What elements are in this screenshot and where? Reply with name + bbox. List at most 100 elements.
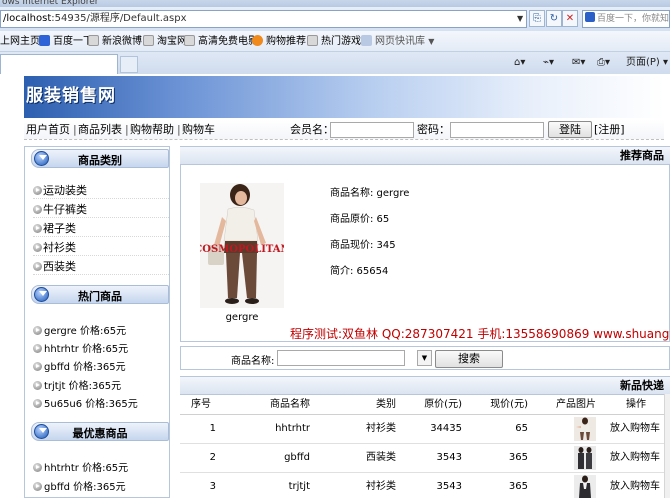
cell-category: 衬衫类 — [312, 472, 398, 498]
category-item[interactable]: 运动装类 — [33, 184, 169, 199]
fav-label: 网页快讯库 — [375, 36, 425, 47]
fav-label: 淘宝网 — [157, 36, 187, 47]
search-engine-icon — [585, 12, 595, 22]
bullet-arrow-icon — [33, 205, 42, 214]
category-item[interactable]: 牛仔裤类 — [33, 203, 169, 218]
hot-item[interactable]: hhtrhtr 价格:65元 — [33, 343, 169, 357]
chevron-down-icon: ▼ — [428, 37, 435, 46]
fav-weibo[interactable]: 新浪微博 — [88, 35, 142, 48]
mail-icon[interactable]: ✉▾ — [572, 57, 585, 69]
nav-divider: | — [177, 123, 181, 136]
site-banner: 服装销售网 — [24, 76, 664, 118]
login-button[interactable]: 登陆 — [548, 121, 592, 138]
cell-category: 西装类 — [312, 443, 398, 473]
add-to-cart-link[interactable]: 放入购物车 — [596, 443, 664, 473]
search-engine-box[interactable]: 百度一下，你就知道 — [582, 10, 670, 28]
browser-tab[interactable] — [0, 54, 118, 74]
fav-baidu[interactable]: 百度一下 — [39, 35, 93, 48]
stop-icon[interactable]: ✕ — [562, 10, 578, 27]
deal-item[interactable]: gbffd 价格:365元 — [33, 481, 169, 495]
page-scrollbar[interactable] — [664, 394, 670, 498]
print-icon[interactable]: ⎙▾ — [597, 57, 610, 69]
col-action: 操作 — [596, 396, 664, 415]
col-now-price: 现价(元) — [464, 396, 530, 415]
address-dropdown-icon[interactable]: ▼ — [517, 12, 526, 26]
search-select-dropdown[interactable]: ▼ — [417, 350, 432, 366]
category-item[interactable]: 衬衫类 — [33, 241, 169, 256]
hot-label: gergre 价格:65元 — [44, 326, 127, 337]
bullet-arrow-icon — [33, 262, 42, 271]
address-host: /localhost — [3, 13, 52, 24]
fav-home[interactable]: 上网主页 — [0, 35, 40, 48]
category-item[interactable]: 裙子类 — [33, 222, 169, 237]
cell-image[interactable] — [530, 414, 596, 444]
hot-item[interactable]: 5u65u6 价格:365元 — [33, 398, 169, 412]
page-menu[interactable]: 页面(P) ▾ — [626, 57, 668, 69]
nav-home[interactable]: 用户首页 — [26, 123, 70, 136]
feeds-icon[interactable]: ⌁▾ — [543, 57, 554, 69]
col-orig-price: 原价(元) — [398, 396, 464, 415]
cell-image[interactable] — [530, 472, 596, 498]
bullet-arrow-icon — [33, 326, 42, 335]
fav-shopping[interactable]: 购物推荐 — [252, 35, 306, 48]
bullet-arrow-icon — [33, 381, 42, 390]
fav-label: 热门游戏 — [321, 36, 361, 47]
nav-cart[interactable]: 购物车 — [182, 123, 215, 136]
cell-image[interactable] — [530, 443, 596, 473]
favorites-bar: 上网主页 百度一下 新浪微博 淘宝网 高清免费电影 购物推荐 热门游戏 网页快讯… — [0, 31, 670, 52]
product-now-price-line: 商品现价: 345 — [330, 240, 396, 251]
cell-name[interactable]: trjtjt — [222, 472, 312, 498]
fav-label: 高清免费电影 — [198, 36, 258, 47]
category-item[interactable]: 西装类 — [33, 260, 169, 275]
add-to-cart-link[interactable]: 放入购物车 — [596, 472, 664, 498]
cell-name[interactable]: gbffd — [222, 443, 312, 473]
sidebar: 商品类别 运动装类 牛仔裤类 裙子类 衬衫类 西装类 热门商品 gergre 价… — [24, 146, 170, 498]
deal-item[interactable]: hhtrhtr 价格:65元 — [33, 462, 169, 476]
category-label: 西装类 — [43, 260, 76, 273]
address-row: /localhost:54935/源程序/Default.aspx ▼ ⎘ ↻ … — [0, 7, 670, 31]
bullet-arrow-icon — [33, 362, 42, 371]
nav-product-list[interactable]: 商品列表 — [78, 123, 122, 136]
cell-name[interactable]: hhtrhtr — [222, 414, 312, 444]
fav-taobao[interactable]: 淘宝网 — [143, 35, 187, 48]
add-to-cart-link[interactable]: 放入购物车 — [596, 414, 664, 444]
password-input[interactable] — [450, 122, 544, 138]
fav-movies[interactable]: 高清免费电影 — [184, 35, 258, 48]
deals-title: 最优惠商品 — [72, 427, 128, 440]
bullet-arrow-icon — [33, 399, 42, 408]
product-orig-price-line: 商品原价: 65 — [330, 214, 390, 225]
top-nav: 用户首页 | 商品列表 | 购物帮助 | 购物车 会员名： 密码： 登陆 [注册… — [24, 120, 664, 140]
hot-item[interactable]: gbffd 价格:365元 — [33, 361, 169, 375]
cell-no: 2 — [180, 443, 222, 473]
refresh-icon[interactable]: ↻ — [546, 10, 562, 27]
fav-webslices[interactable]: 网页快讯库 ▼ — [361, 35, 434, 48]
cell-now-price: 65 — [464, 414, 530, 444]
compat-view-icon[interactable]: ⎘ — [529, 10, 545, 27]
product-photo[interactable]: COSMOPOLITAN — [194, 183, 290, 308]
fav-games[interactable]: 热门游戏 — [307, 35, 361, 48]
table-header-row: 序号 商品名称 类别 原价(元) 现价(元) 产品图片 操作 — [180, 396, 664, 415]
register-link[interactable]: [注册] — [594, 123, 625, 136]
cell-orig-price: 3543 — [398, 443, 464, 473]
col-no: 序号 — [180, 396, 222, 415]
photo-caption: gergre — [225, 312, 259, 323]
member-label: 会员名： — [290, 123, 334, 136]
categories-header: 商品类别 — [31, 149, 169, 168]
table-row: 2 gbffd 西装类 3543 365 放入购物车 — [180, 443, 664, 473]
deal-label: hhtrhtr 价格:65元 — [44, 463, 129, 474]
fav-label: 百度一下 — [53, 36, 93, 47]
window-title: ows Internet Explorer — [0, 0, 670, 7]
hot-item[interactable]: gergre 价格:65元 — [33, 325, 169, 339]
bullet-arrow-icon — [33, 463, 42, 472]
member-input[interactable] — [330, 122, 414, 138]
search-label: 商品名称: — [231, 356, 275, 367]
address-bar[interactable]: /localhost:54935/源程序/Default.aspx — [0, 10, 527, 28]
new-tab-button[interactable] — [120, 56, 138, 73]
product-search-input[interactable] — [277, 350, 405, 366]
hot-item[interactable]: trjtjt 价格:365元 — [33, 380, 169, 394]
nav-help[interactable]: 购物帮助 — [130, 123, 174, 136]
home-icon[interactable]: ⌂▾ — [514, 57, 525, 69]
cell-category: 衬衫类 — [312, 414, 398, 444]
bullet-arrow-icon — [33, 344, 42, 353]
search-button[interactable]: 搜索 — [435, 350, 503, 368]
